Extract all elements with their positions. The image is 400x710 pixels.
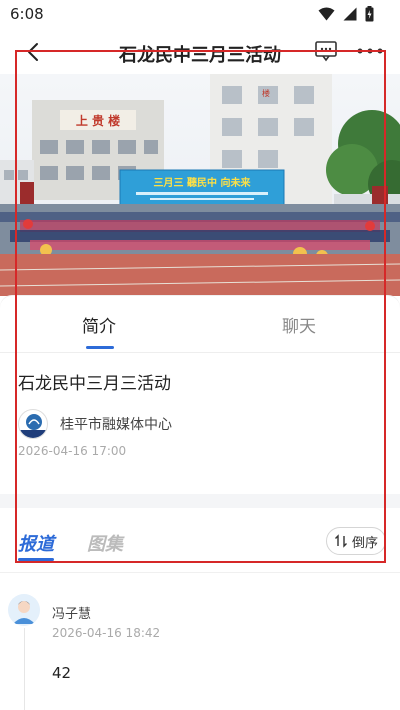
- avatar[interactable]: [8, 594, 40, 626]
- source-row[interactable]: 桂平市融媒体中心: [18, 407, 172, 441]
- source-name: 桂平市融媒体中心: [60, 417, 172, 433]
- tab-intro[interactable]: 简介: [82, 312, 116, 337]
- section-tabs: 报道 图集 倒序: [0, 508, 400, 570]
- tab-chat[interactable]: 聊天: [282, 312, 316, 337]
- article-title: 石龙民中三月三活动: [18, 374, 171, 394]
- building-sign-text: 上 贵 楼: [76, 113, 120, 128]
- divider: [0, 352, 400, 353]
- hero-photo-illustration: 上 贵 楼 楼 三月三 聽民中 向未来: [0, 74, 400, 296]
- signal-icon: [343, 7, 357, 21]
- section-tab-indicator: [18, 558, 54, 561]
- svg-text:楼: 楼: [262, 88, 270, 98]
- status-icons: [318, 6, 374, 22]
- more-options-icon[interactable]: [356, 44, 384, 58]
- wifi-icon: [318, 7, 335, 21]
- status-time: 6:08: [10, 5, 44, 23]
- post-body: 42: [52, 664, 72, 682]
- comment-icon[interactable]: [314, 40, 338, 62]
- post-time: 2026-04-16 18:42: [52, 626, 161, 640]
- sort-label: 倒序: [351, 535, 378, 551]
- timeline-line: [24, 628, 25, 710]
- feed-divider: [0, 572, 400, 573]
- hero-photo[interactable]: 上 贵 楼 楼 三月三 聽民中 向未来: [0, 74, 400, 296]
- active-tab-indicator: [86, 346, 114, 349]
- post-author: 冯子慧: [52, 607, 92, 622]
- content-tabs: 简介 聊天: [0, 296, 400, 352]
- status-bar: 6:08: [0, 0, 400, 30]
- tab-gallery[interactable]: 图集: [87, 530, 123, 556]
- battery-icon: [365, 6, 374, 22]
- page-title: 石龙民中三月三活动: [119, 45, 281, 66]
- hero-banner-text: 三月三 聽民中 向未来: [154, 176, 252, 189]
- sort-order-button[interactable]: 倒序: [326, 527, 386, 555]
- section-gap: [0, 494, 400, 508]
- publish-time: 2026-04-16 17:00: [18, 444, 127, 458]
- tab-report[interactable]: 报道: [18, 530, 54, 556]
- source-logo: [18, 409, 48, 439]
- nav-bar: 石龙民中三月三活动: [0, 30, 400, 74]
- sort-icon: [334, 534, 347, 548]
